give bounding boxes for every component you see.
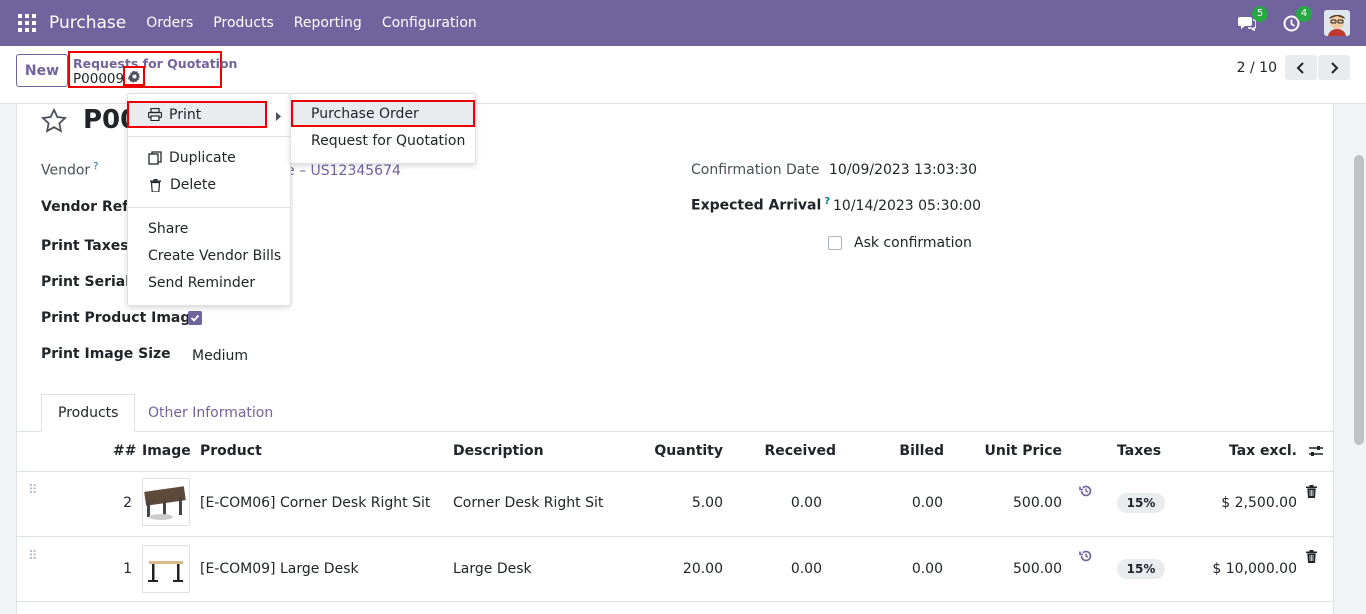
column-header-product[interactable]: Product — [200, 443, 262, 459]
row-unit-price[interactable]: 500.00 — [1013, 495, 1062, 511]
pager-next-button[interactable] — [1318, 55, 1350, 80]
top-navbar: Purchase Orders Products Reporting Confi… — [0, 0, 1366, 46]
row-product[interactable]: [E-COM09] Large Desk — [200, 561, 359, 577]
submenu-item-purchase-order[interactable]: Purchase Order — [291, 100, 475, 127]
menu-orders[interactable]: Orders — [136, 15, 203, 31]
ask-confirmation-label: Ask confirmation — [854, 235, 972, 251]
row-received: 0.00 — [790, 561, 822, 577]
checkmark-icon — [190, 314, 200, 322]
product-image-thumbnail[interactable] — [142, 478, 190, 526]
priority-star-icon[interactable] — [40, 107, 68, 139]
breadcrumb-current: P00009 — [73, 71, 125, 87]
delete-row-icon[interactable] — [1306, 485, 1317, 502]
trash-icon — [150, 178, 161, 192]
tab-other-information[interactable]: Other Information — [132, 394, 289, 432]
app-name[interactable]: Purchase — [49, 13, 126, 33]
row-sequence: 2 — [123, 495, 132, 511]
tab-products[interactable]: Products — [41, 394, 136, 432]
submenu-caret-icon — [276, 109, 281, 125]
menu-item-print[interactable]: Print — [127, 101, 267, 128]
vendor-value-link[interactable]: e – US12345674 — [286, 163, 401, 179]
printer-icon — [148, 108, 162, 121]
user-avatar[interactable] — [1324, 10, 1350, 36]
column-header-sequence[interactable]: ## — [113, 443, 136, 459]
price-history-icon[interactable] — [1079, 549, 1093, 567]
column-header-unit-price[interactable]: Unit Price — [985, 443, 1062, 459]
new-button[interactable]: New — [16, 54, 68, 87]
print-image-size-value[interactable]: Medium — [192, 348, 248, 364]
row-description[interactable]: Corner Desk Right Sit — [453, 495, 603, 511]
menu-divider — [128, 136, 290, 137]
print-product-image-label: Print Product Image — [41, 310, 200, 326]
menu-products[interactable]: Products — [203, 15, 283, 31]
menu-item-delete[interactable]: Delete — [148, 177, 216, 193]
row-description[interactable]: Large Desk — [453, 561, 532, 577]
row-drag-handle-icon[interactable]: ⠿ — [28, 483, 38, 498]
menu-item-send-reminder[interactable]: Send Reminder — [148, 275, 255, 291]
submenu-item-request-for-quotation[interactable]: Request for Quotation — [311, 133, 465, 149]
row-tax-badge[interactable]: 15% — [1117, 559, 1165, 579]
column-header-received[interactable]: Received — [764, 443, 836, 459]
row-tax-badge[interactable]: 15% — [1117, 493, 1165, 513]
column-settings-icon[interactable] — [1308, 444, 1324, 462]
chevron-left-icon — [1296, 61, 1304, 74]
pager-previous-button[interactable] — [1285, 55, 1317, 80]
chevron-right-icon — [1331, 61, 1339, 74]
menu-reporting[interactable]: Reporting — [284, 15, 372, 31]
menu-item-duplicate[interactable]: Duplicate — [148, 150, 236, 166]
print-image-size-label: Print Image Size — [41, 346, 171, 362]
column-header-taxes[interactable]: Taxes — [1117, 443, 1161, 459]
row-billed: 0.00 — [911, 561, 943, 577]
product-image-thumbnail[interactable] — [142, 545, 190, 593]
row-drag-handle-icon[interactable]: ⠿ — [28, 549, 38, 564]
delete-row-icon[interactable] — [1306, 550, 1317, 567]
column-header-billed[interactable]: Billed — [899, 443, 944, 459]
row-received: 0.00 — [790, 495, 822, 511]
column-header-quantity[interactable]: Quantity — [654, 443, 723, 459]
menu-divider — [128, 207, 290, 208]
price-history-icon[interactable] — [1079, 484, 1093, 502]
print-taxes-label: Print Taxes — [41, 238, 129, 254]
column-header-tax-excl[interactable]: Tax excl. — [1229, 443, 1297, 459]
activities-count-badge: 4 — [1296, 6, 1312, 22]
page-scrollbar[interactable] — [1354, 155, 1364, 445]
vendor-label: Vendor? — [41, 161, 99, 179]
messages-icon[interactable]: 5 — [1236, 6, 1268, 34]
menu-item-share[interactable]: Share — [148, 221, 188, 237]
row-product[interactable]: [E-COM06] Corner Desk Right Sit — [200, 495, 430, 511]
print-product-image-checkbox[interactable] — [188, 311, 202, 325]
gear-icon — [127, 69, 140, 83]
breadcrumb: Requests for Quotation P00009 — [68, 51, 237, 88]
menu-configuration[interactable]: Configuration — [372, 15, 487, 31]
row-quantity[interactable]: 20.00 — [683, 561, 723, 577]
expected-arrival-value[interactable]: 10/14/2023 05:30:00 — [833, 198, 981, 214]
expected-arrival-label: Expected Arrival? — [691, 196, 831, 214]
breadcrumb-parent-link[interactable]: Requests for Quotation — [73, 56, 237, 71]
row-divider — [16, 601, 1334, 602]
action-gear-button[interactable] — [123, 66, 145, 86]
confirmation-date-value[interactable]: 10/09/2023 13:03:30 — [829, 162, 977, 178]
row-unit-price[interactable]: 500.00 — [1013, 561, 1062, 577]
menu-item-create-vendor-bills[interactable]: Create Vendor Bills — [148, 248, 281, 264]
pager-value[interactable]: 2 / 10 — [1237, 60, 1277, 76]
confirmation-date-label: Confirmation Date — [691, 162, 820, 178]
row-subtotal: $ 2,500.00 — [1221, 495, 1297, 511]
apps-menu-icon[interactable] — [18, 14, 36, 32]
row-sequence: 1 — [123, 561, 132, 577]
duplicate-icon — [148, 151, 162, 165]
row-divider — [16, 536, 1334, 537]
row-quantity[interactable]: 5.00 — [692, 495, 723, 511]
activities-clock-icon[interactable]: 4 — [1280, 6, 1312, 34]
column-header-description[interactable]: Description — [453, 443, 544, 459]
ask-confirmation-checkbox[interactable] — [828, 236, 842, 250]
column-header-image[interactable]: Image — [142, 443, 191, 459]
header-divider — [16, 471, 1334, 472]
messages-count-badge: 5 — [1252, 6, 1268, 22]
row-billed: 0.00 — [911, 495, 943, 511]
row-subtotal: $ 10,000.00 — [1212, 561, 1297, 577]
